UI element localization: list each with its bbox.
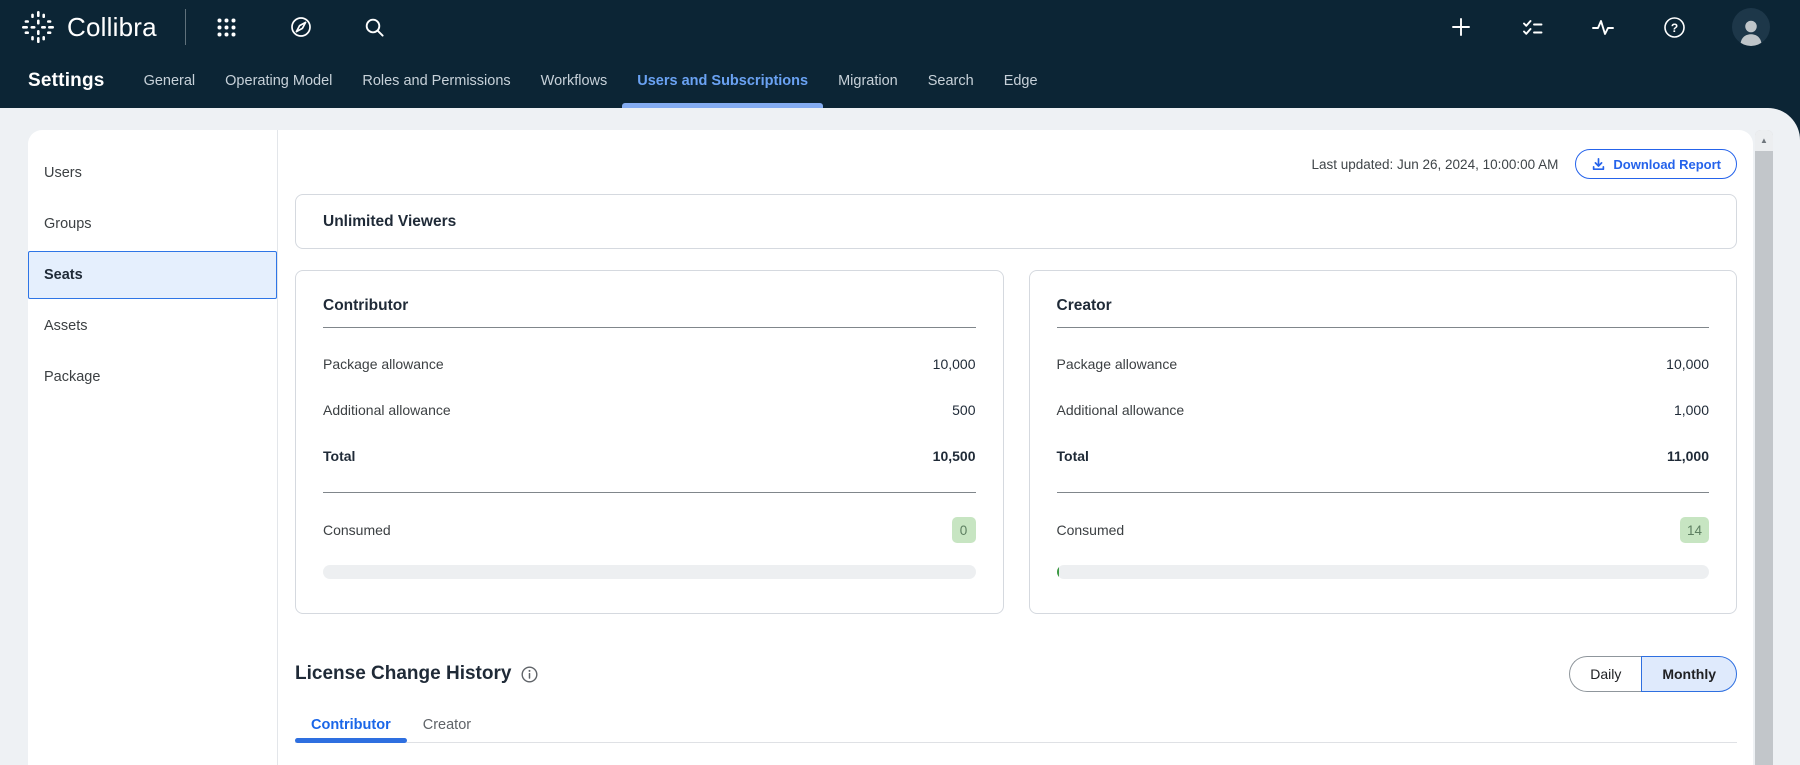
additional-allowance-row: Additional allowance 1,000 (1057, 400, 1710, 420)
package-allowance-row: Package allowance 10,000 (323, 354, 976, 374)
card-title: Creator (1057, 297, 1710, 319)
tab-users-and-subscriptions[interactable]: Users and Subscriptions (622, 54, 823, 108)
brand[interactable]: Collibra (20, 9, 157, 45)
info-icon[interactable] (521, 666, 538, 683)
consumption-progress-bar (1057, 565, 1710, 579)
compass-icon[interactable] (288, 14, 314, 40)
sidebar-item-groups[interactable]: Groups (28, 200, 277, 248)
creator-card: Creator Package allowance 10,000 Additio… (1029, 270, 1738, 614)
tab-operating-model[interactable]: Operating Model (210, 54, 347, 108)
license-history-tabs: Contributor Creator (295, 708, 1737, 743)
brand-name: Collibra (67, 12, 157, 43)
history-tab-creator[interactable]: Creator (407, 708, 487, 742)
help-icon[interactable]: ? (1661, 14, 1687, 40)
contributor-card: Contributor Package allowance 10,000 Add… (295, 270, 1004, 614)
toggle-daily[interactable]: Daily (1569, 656, 1641, 692)
collibra-logo-icon (20, 9, 56, 45)
sidebar-item-seats[interactable]: Seats (28, 251, 277, 299)
svg-text:?: ? (1670, 21, 1677, 35)
consumption-progress-bar (323, 565, 976, 579)
consumed-row: Consumed 14 (1057, 517, 1710, 543)
page-title: Settings (28, 70, 105, 92)
sidebar: Users Groups Seats Assets Package (28, 130, 278, 765)
unlimited-viewers-card: Unlimited Viewers (295, 194, 1737, 249)
tab-general[interactable]: General (129, 54, 211, 108)
period-toggle: Daily Monthly (1569, 656, 1737, 692)
settings-navbar: Settings General Operating Model Roles a… (0, 54, 1800, 108)
app-header: Collibra (0, 0, 1800, 108)
tasks-icon[interactable] (1519, 14, 1545, 40)
unlimited-viewers-title: Unlimited Viewers (323, 213, 456, 231)
consumed-badge: 0 (952, 517, 976, 543)
scrollbar-thumb[interactable] (1755, 151, 1773, 765)
consumed-row: Consumed 0 (323, 517, 976, 543)
vertical-scrollbar[interactable]: ▲ (1755, 130, 1773, 765)
topbar-divider (185, 9, 186, 45)
tab-edge[interactable]: Edge (989, 54, 1053, 108)
divider (1057, 492, 1710, 493)
seats-main: Last updated: Jun 26, 2024, 10:00:00 AM … (278, 130, 1753, 765)
content-panel: Users Groups Seats Assets Package Last u… (28, 130, 1753, 765)
license-history-title: License Change History (295, 663, 511, 685)
card-title: Contributor (323, 297, 976, 319)
consumed-badge: 14 (1680, 517, 1709, 543)
add-icon[interactable] (1448, 14, 1474, 40)
package-allowance-row: Package allowance 10,000 (1057, 354, 1710, 374)
sidebar-item-assets[interactable]: Assets (28, 302, 277, 350)
total-row: Total 10,500 (323, 446, 976, 466)
search-icon[interactable] (362, 14, 388, 40)
last-updated-text: Last updated: Jun 26, 2024, 10:00:00 AM (1311, 157, 1558, 172)
scroll-up-arrow[interactable]: ▲ (1755, 130, 1773, 151)
activity-icon[interactable] (1590, 14, 1616, 40)
history-tab-contributor[interactable]: Contributor (295, 708, 407, 742)
tab-migration[interactable]: Migration (823, 54, 913, 108)
consumption-progress-fill (1057, 565, 1060, 579)
divider (1057, 327, 1710, 328)
tab-workflows[interactable]: Workflows (526, 54, 623, 108)
tab-roles-and-permissions[interactable]: Roles and Permissions (347, 54, 525, 108)
tab-search[interactable]: Search (913, 54, 989, 108)
apps-grid-icon[interactable] (214, 14, 240, 40)
topbar: Collibra (0, 0, 1800, 54)
divider (323, 492, 976, 493)
page-body: Users Groups Seats Assets Package Last u… (0, 108, 1800, 765)
additional-allowance-row: Additional allowance 500 (323, 400, 976, 420)
toggle-monthly[interactable]: Monthly (1641, 656, 1737, 692)
download-report-button[interactable]: Download Report (1575, 149, 1737, 179)
download-icon (1591, 157, 1606, 172)
total-row: Total 11,000 (1057, 446, 1710, 466)
sidebar-item-users[interactable]: Users (28, 149, 277, 197)
divider (323, 327, 976, 328)
avatar[interactable] (1732, 8, 1770, 46)
sidebar-item-package[interactable]: Package (28, 353, 277, 401)
